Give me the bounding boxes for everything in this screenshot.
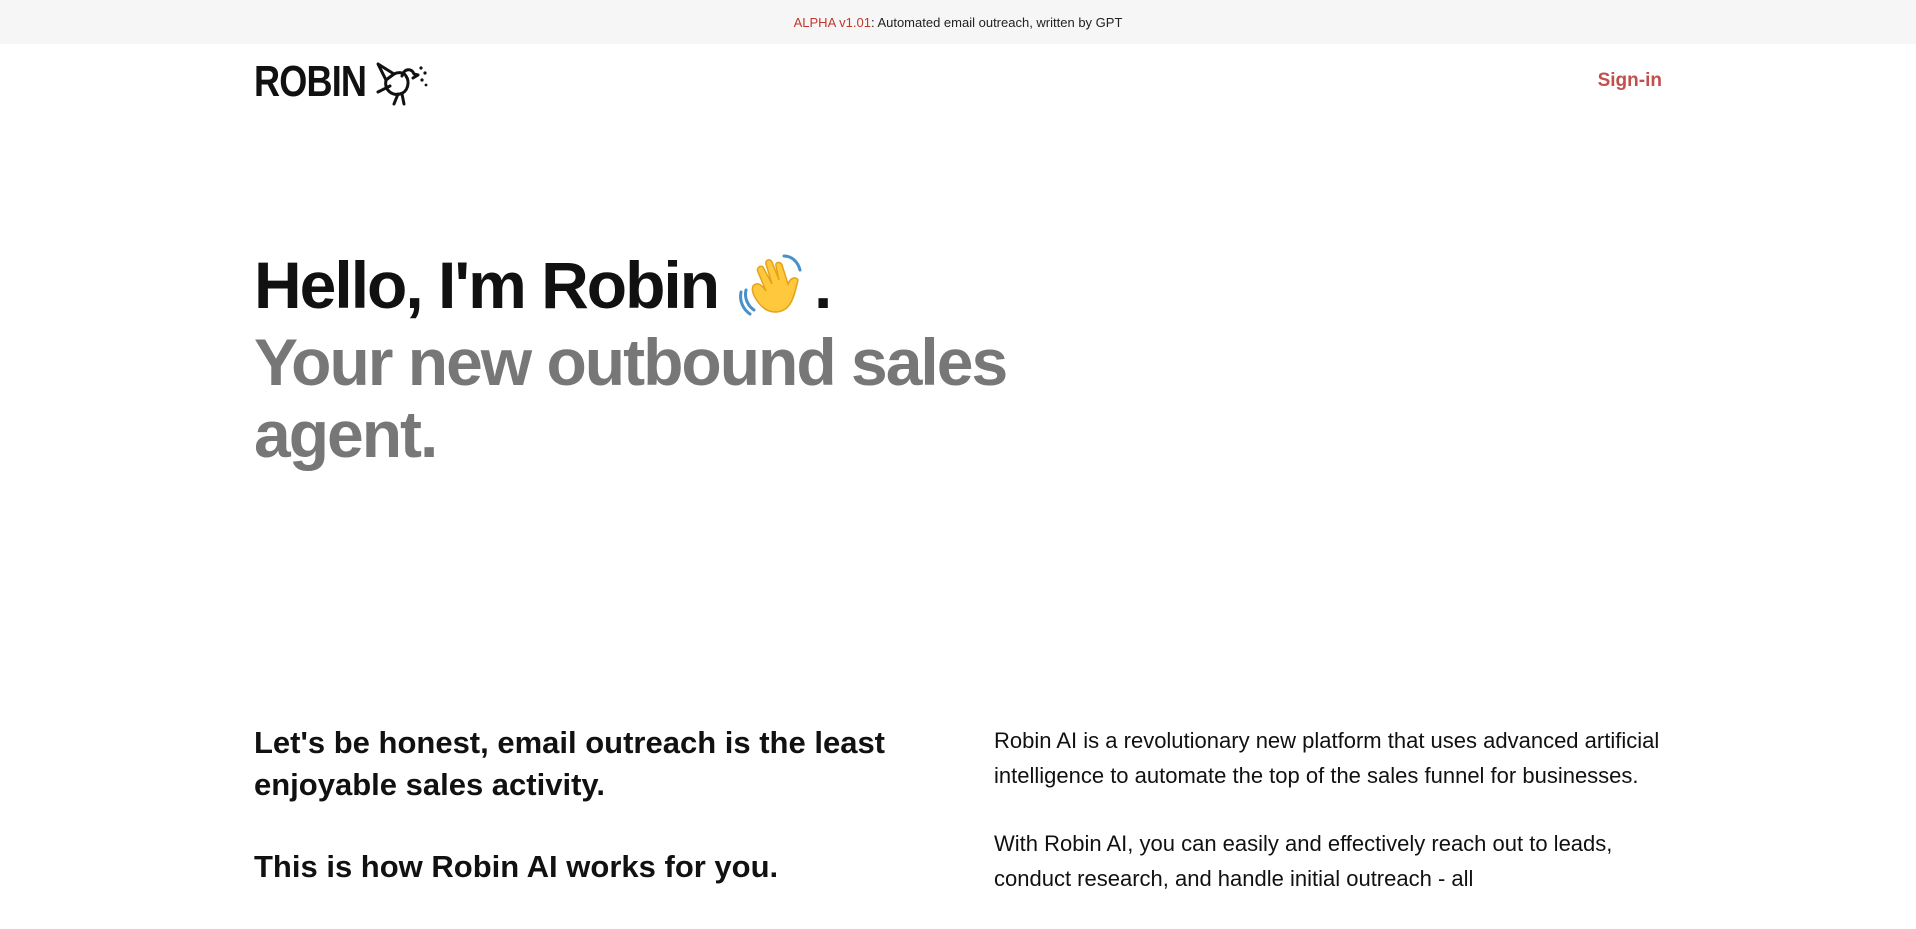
announcement-bar: ALPHA v1.01 : Automated email outreach, … (0, 0, 1916, 44)
robin-bird-icon (376, 62, 428, 106)
logo-wordmark: ROBIN (254, 57, 367, 106)
intro-right-column: Robin AI is a revolutionary new platform… (994, 723, 1674, 929)
version-tag: ALPHA v1.01 (793, 14, 871, 30)
hero-section: Hello, I'm Robin . Your new outbound sal… (254, 244, 1054, 470)
intro-paragraph: With Robin AI, you can easily and effect… (994, 831, 1613, 891)
logo[interactable]: ROBIN (254, 56, 428, 108)
hero-greeting-line: Hello, I'm Robin . (254, 244, 1054, 326)
top-nav: ROBIN Sign-in (254, 56, 1662, 108)
intro-paragraph: Robin AI is a revolutionary new platform… (994, 728, 1660, 788)
hero-greeting-period: . (814, 248, 832, 322)
hero-greeting: Hello, I'm Robin (254, 248, 720, 322)
intro-left-column: Let's be honest, email outreach is the l… (254, 722, 934, 888)
hero-tagline: Your new outbound sales agent. (254, 325, 1008, 471)
waving-hand-icon (739, 254, 802, 316)
announcement-text: : Automated email outreach, written by G… (870, 14, 1123, 30)
signin-link[interactable]: Sign-in (1598, 70, 1662, 92)
intro-subheading: This is how Robin AI works for you. (254, 849, 779, 884)
intro-heading: Let's be honest, email outreach is the l… (254, 725, 886, 802)
